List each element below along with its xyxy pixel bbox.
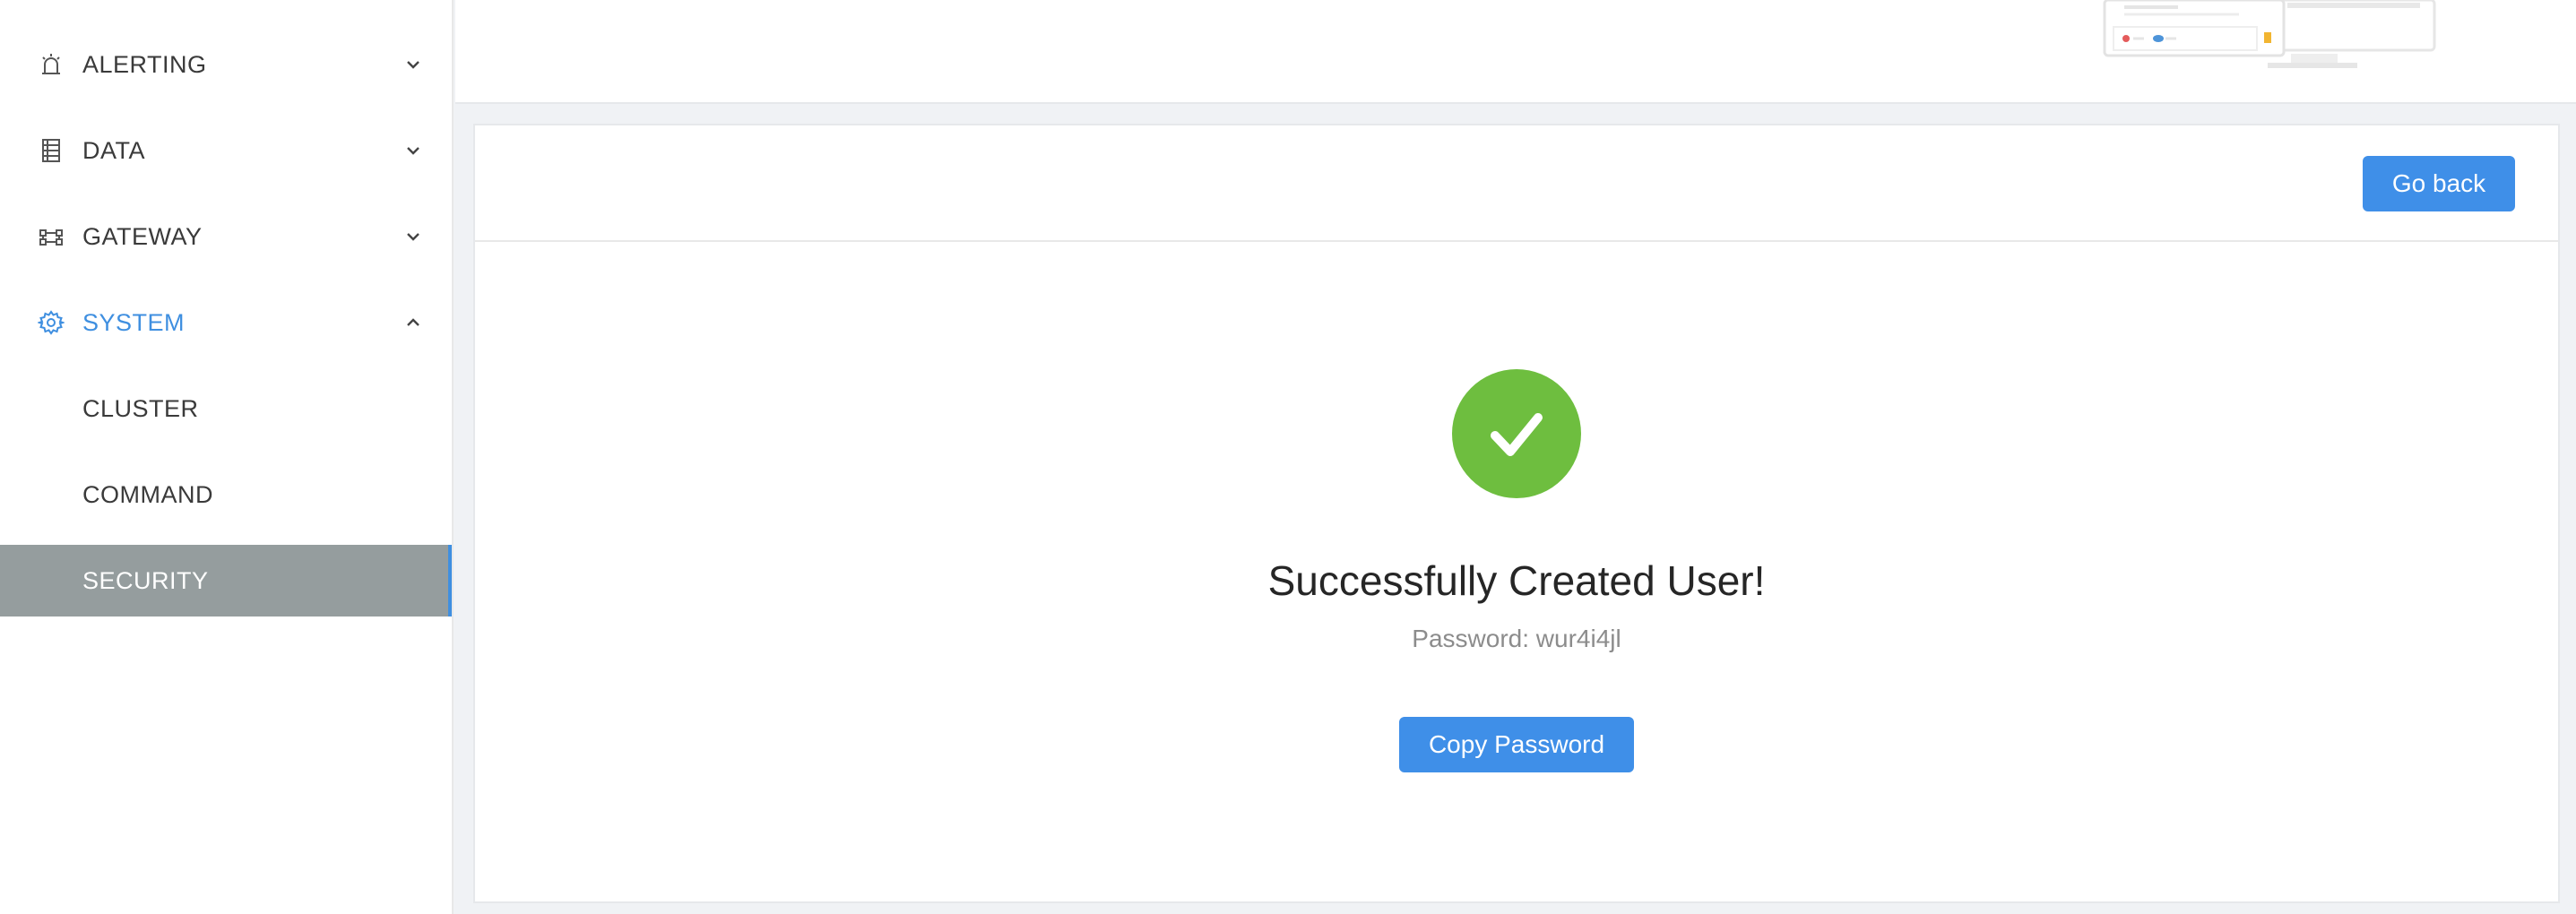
chevron-down-icon	[403, 55, 423, 74]
result-title: Successfully Created User!	[1267, 557, 1766, 604]
gear-icon	[36, 307, 66, 338]
sidebar-item-cluster[interactable]: CLUSTER	[0, 373, 452, 444]
gateway-icon	[36, 221, 66, 252]
sidebar-item-system[interactable]: SYSTEM	[0, 287, 452, 358]
chevron-up-icon	[403, 313, 423, 332]
password-display: Password: wur4i4jl	[1412, 625, 1621, 652]
result-card: Go back Successfully Created User! Passw…	[473, 124, 2560, 903]
sidebar: ALERTING DATA GATEWAY SYSTEM CLUSTER COM…	[0, 0, 454, 914]
sidebar-item-command[interactable]: COMMAND	[0, 459, 452, 530]
sidebar-item-label: SYSTEM	[82, 308, 186, 336]
sidebar-item-label: COMMAND	[82, 480, 213, 508]
database-icon	[36, 135, 66, 166]
sidebar-item-gateway[interactable]: GATEWAY	[0, 201, 452, 272]
top-header	[455, 0, 2576, 104]
sidebar-item-label: CLUSTER	[82, 394, 199, 422]
chevron-down-icon	[403, 141, 423, 160]
sidebar-item-label: SECURITY	[82, 566, 209, 594]
sidebar-item-alerting[interactable]: ALERTING	[0, 29, 452, 100]
alarm-icon	[36, 49, 66, 80]
sidebar-item-security[interactable]: SECURITY	[0, 545, 452, 617]
sidebar-item-data[interactable]: DATA	[0, 115, 452, 186]
go-back-button[interactable]: Go back	[2363, 156, 2515, 211]
chevron-down-icon	[403, 227, 423, 246]
sidebar-item-label: ALERTING	[82, 50, 207, 78]
copy-password-button[interactable]: Copy Password	[1399, 717, 1634, 772]
header-illustration	[2103, 0, 2436, 68]
sidebar-item-label: GATEWAY	[82, 222, 203, 250]
check-circle-icon	[1452, 369, 1581, 498]
card-toolbar: Go back	[475, 125, 2558, 242]
sidebar-item-label: DATA	[82, 136, 146, 164]
